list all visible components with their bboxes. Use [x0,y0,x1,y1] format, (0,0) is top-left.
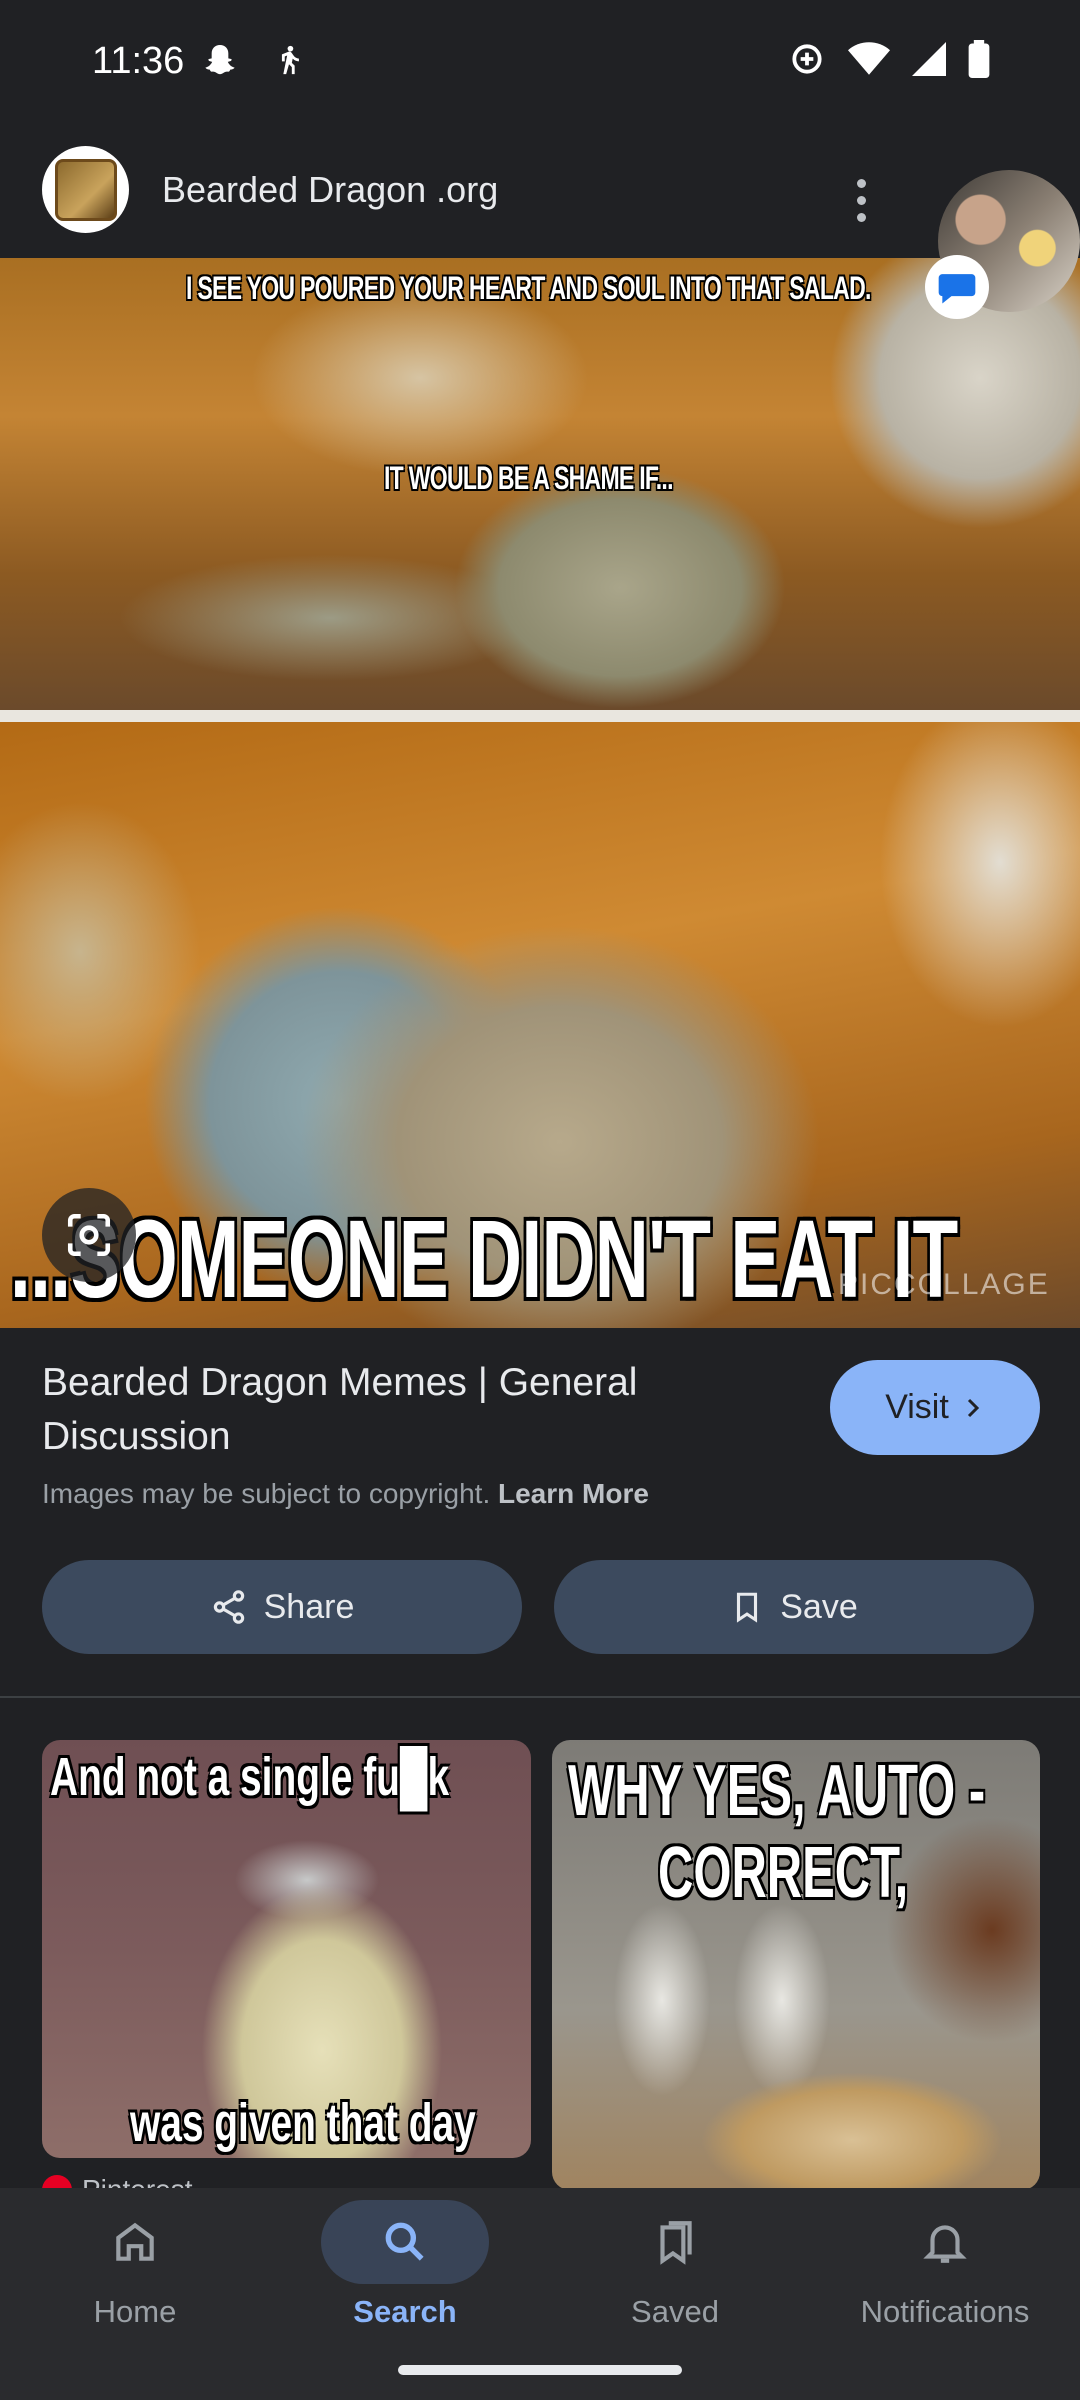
copyright-notice: Images may be subject to copyright. Lear… [42,1478,649,1510]
walking-icon [281,45,299,75]
nav-saved-label: Saved [631,2294,719,2329]
save-label: Save [780,1587,858,1626]
snapchat-icon [205,45,235,75]
site-name[interactable]: Bearded Dragon .org [162,169,498,211]
wifi-icon [848,42,890,75]
related-2-caption-line1: WHY YES, AUTO - [568,1751,986,1831]
nav-home-label: Home [93,2294,177,2329]
related-1-caption-bottom: was given that day [130,2093,476,2153]
nav-search[interactable]: Search [270,2200,540,2360]
related-image-1[interactable]: And not a single fu█k was given that day [42,1740,531,2158]
section-divider [0,1696,1080,1698]
main-result-image[interactable]: I SEE YOU POURED YOUR HEART AND SOUL INT… [0,258,1080,1328]
meme-caption-top: I SEE YOU POURED YOUR HEART AND SOUL INT… [186,270,871,306]
bookmark-icon [737,1592,758,1623]
saved-collections-icon [660,2221,692,2265]
nav-notifications[interactable]: Notifications [810,2200,1080,2360]
share-icon [213,1590,244,1624]
save-button[interactable]: Save [554,1560,1034,1654]
search-icon [385,2222,424,2261]
copyright-text: Images may be subject to copyright. [42,1478,491,1509]
nav-notifications-label: Notifications [860,2294,1030,2329]
status-time: 11:36 [92,40,185,82]
gesture-navigation-bar[interactable] [398,2365,682,2375]
home-icon [116,2222,154,2261]
nav-home[interactable]: Home [0,2200,270,2360]
site-logo[interactable] [42,146,129,233]
chevron-right-icon [967,1398,979,1417]
data-saver-icon [792,44,822,74]
status-bar: 11:36 [0,0,1080,125]
learn-more-link[interactable]: Learn More [498,1478,649,1509]
battery-icon [968,40,990,78]
bearded-dragon-org-logo [54,158,117,221]
visit-button[interactable]: Visit [830,1360,1040,1455]
meme-caption-bottom: ...SOMEONE DIDN'T EAT IT [10,1198,958,1321]
signal-icon [912,42,946,76]
nav-saved[interactable]: Saved [540,2200,810,2360]
share-button[interactable]: Share [42,1560,522,1654]
messages-icon [938,274,976,304]
google-lens-button[interactable] [42,1188,136,1282]
result-title[interactable]: Bearded Dragon Memes | General Discussio… [42,1356,782,1464]
nav-search-label: Search [353,2294,457,2329]
related-2-caption-line2: CORRECT, [658,1833,909,1913]
meme-caption-middle: IT WOULD BE A SHAME IF... [384,460,673,496]
related-image-2[interactable]: WHY YES, AUTO - CORRECT, [552,1740,1040,2190]
share-label: Share [263,1587,355,1626]
more-vert-icon [856,178,866,188]
result-header: Bearded Dragon .org [0,125,1080,258]
more-options-button[interactable] [836,165,886,235]
image-watermark: PICCOLLAGE [838,1268,1050,1301]
google-lens-icon [67,1213,111,1257]
messages-badge[interactable] [925,255,989,319]
related-1-caption-top: And not a single fu█k [50,1747,450,1807]
visit-label: Visit [885,1388,949,1426]
bell-icon [923,2225,967,2263]
